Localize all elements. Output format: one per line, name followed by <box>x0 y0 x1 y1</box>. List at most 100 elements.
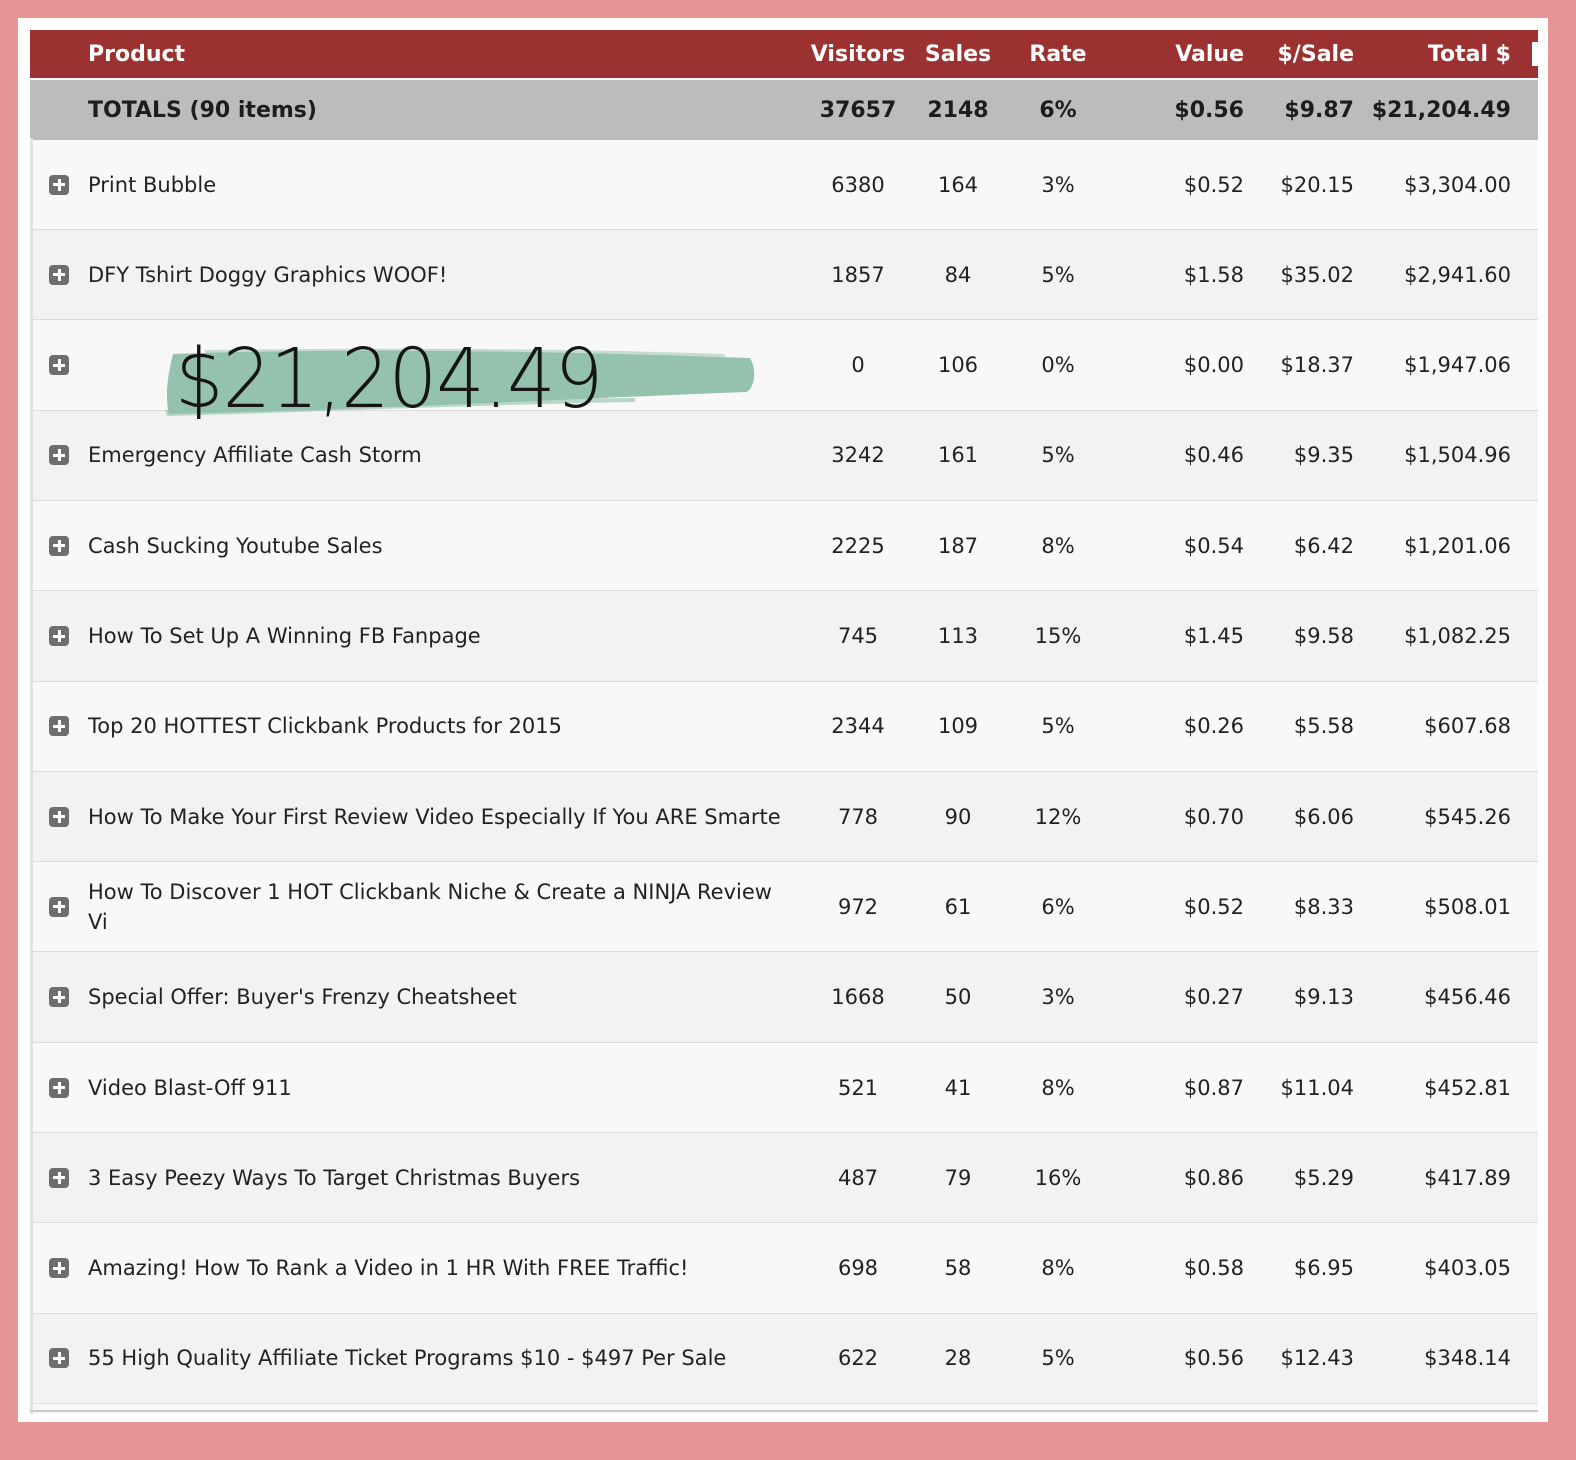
table-row: 3 Easy Peezy Ways To Target Christmas Bu… <box>30 1133 1538 1224</box>
totals-total: $21,204.49 <box>1371 97 1511 123</box>
totals-sales: 2148 <box>927 97 989 123</box>
row-total: $403.05 <box>1424 1256 1511 1281</box>
row-rate: 5% <box>1041 443 1075 468</box>
totals-label: TOTALS (90 items) <box>88 97 317 123</box>
row-sales: 61 <box>944 894 972 919</box>
row-sales: 106 <box>937 353 979 378</box>
table-row: 55 High Quality Affiliate Ticket Program… <box>30 1313 1538 1404</box>
row-product-name: Special Offer: Buyer's Frenzy Cheatsheet <box>88 985 517 1010</box>
row-dollar-per-sale: $9.35 <box>1293 443 1354 468</box>
row-dollar-per-sale: $18.37 <box>1280 353 1354 378</box>
expand-row-plus-icon[interactable] <box>49 174 69 195</box>
row-total: $452.81 <box>1424 1075 1511 1100</box>
row-value: $0.52 <box>1183 172 1244 197</box>
header-value[interactable]: Value <box>1120 30 1244 78</box>
row-value: $1.58 <box>1183 262 1244 287</box>
table-bottom-border <box>30 1410 1538 1412</box>
row-total: $456.46 <box>1424 985 1511 1010</box>
row-product-name: How To Set Up A Winning FB Fanpage <box>88 624 481 648</box>
expand-row-plus-icon[interactable] <box>49 626 69 646</box>
expand-row-plus-icon[interactable] <box>49 716 69 737</box>
row-value: $0.26 <box>1183 714 1244 739</box>
row-rate: 5% <box>1041 262 1075 287</box>
header-overflow-edge <box>1532 42 1538 66</box>
left-edge-shade <box>30 138 33 1414</box>
row-rate: 5% <box>1041 714 1075 739</box>
header-visitors[interactable]: Visitors <box>808 30 908 78</box>
row-product-name: DFY Tshirt Doggy Graphics WOOF! <box>88 262 448 287</box>
row-value: $0.58 <box>1183 1256 1244 1281</box>
expand-row-plus-icon[interactable] <box>49 264 69 285</box>
expand-row-plus-icon[interactable] <box>49 987 69 1008</box>
row-dollar-per-sale: $5.58 <box>1293 714 1354 739</box>
expand-row-plus-icon[interactable] <box>49 1077 69 1098</box>
row-total: $2,941.60 <box>1404 262 1511 287</box>
row-total: $508.01 <box>1424 894 1511 919</box>
row-visitors: 2225 <box>831 533 885 558</box>
expand-row-plus-icon[interactable] <box>49 1348 69 1369</box>
row-product-name: 55 High Quality Affiliate Ticket Program… <box>88 1346 727 1371</box>
row-total: $1,082.25 <box>1404 624 1511 648</box>
row-dollar-per-sale: $6.95 <box>1293 1256 1354 1281</box>
row-sales: 28 <box>944 1346 972 1371</box>
row-rate: 8% <box>1041 1075 1075 1100</box>
row-total: $607.68 <box>1424 714 1511 739</box>
product-stats-table: Product Visitors Sales Rate Value $/Sale… <box>30 30 1538 1414</box>
totals-visitors: 37657 <box>819 97 897 123</box>
row-rate: 12% <box>1034 804 1082 829</box>
expand-row-plus-icon[interactable] <box>49 806 69 827</box>
expand-row-plus-icon[interactable] <box>49 355 69 376</box>
row-dollar-per-sale: $12.43 <box>1280 1346 1354 1371</box>
table-row: Top 20 HOTTEST Clickbank Products for 20… <box>30 681 1538 772</box>
row-dollar-per-sale: $20.15 <box>1280 172 1354 197</box>
table-row: Print Bubble 6380 164 3% $0.52 $20.15 $3,304.0… <box>30 140 1538 230</box>
header-product[interactable]: Product <box>88 30 808 78</box>
row-product-name: How To Discover 1 HOT Clickbank Niche & … <box>88 879 772 934</box>
expand-row-plus-icon[interactable] <box>49 1167 69 1188</box>
row-product-name: Top 20 HOTTEST Clickbank Products for 20… <box>88 714 562 739</box>
row-dollar-per-sale: $35.02 <box>1280 262 1354 287</box>
row-value: $1.45 <box>1183 624 1244 648</box>
row-value: $0.56 <box>1183 1346 1244 1371</box>
header-total[interactable]: Total $ <box>1354 30 1511 78</box>
row-value: $0.00 <box>1183 353 1244 378</box>
header-rate[interactable]: Rate <box>1008 30 1108 78</box>
row-visitors: 0 <box>851 353 865 378</box>
total-amount-overlay: $21,204.49 <box>165 332 755 427</box>
expand-row-plus-icon[interactable] <box>49 1258 69 1279</box>
row-visitors: 778 <box>837 804 879 829</box>
row-visitors: 521 <box>837 1075 879 1100</box>
row-sales: 161 <box>937 443 979 468</box>
row-dollar-per-sale: $9.58 <box>1293 624 1354 648</box>
totals-value: $0.56 <box>1174 97 1244 123</box>
row-value: $0.70 <box>1183 804 1244 829</box>
table-row: DFY Tshirt Doggy Graphics WOOF! 1857 84 5% $… <box>30 230 1538 321</box>
expand-row-plus-icon[interactable] <box>49 896 69 917</box>
row-value: $0.52 <box>1183 894 1244 919</box>
header-dollar-per-sale[interactable]: $/Sale <box>1244 30 1355 78</box>
table-row: Video Blast-Off 911 521 41 8% $0.87 $11.04 $45… <box>30 1043 1538 1133</box>
row-value: $0.86 <box>1183 1165 1244 1190</box>
row-visitors: 6380 <box>831 172 885 197</box>
table-row: How To Make Your First Review Video Espe… <box>30 772 1538 863</box>
row-dollar-per-sale: $6.42 <box>1293 533 1354 558</box>
row-dollar-per-sale: $6.06 <box>1293 804 1354 829</box>
row-product-name: Cash Sucking Youtube Sales <box>88 533 383 558</box>
row-dollar-per-sale: $5.29 <box>1293 1165 1354 1190</box>
row-sales: 187 <box>937 533 979 558</box>
row-total: $348.14 <box>1424 1346 1511 1371</box>
overlay-amount: $21,204.49 <box>175 332 603 427</box>
expand-row-plus-icon[interactable] <box>49 445 69 466</box>
row-rate: 3% <box>1041 172 1075 197</box>
header-sales[interactable]: Sales <box>908 30 1008 78</box>
expand-row-plus-icon[interactable] <box>49 535 69 556</box>
row-dollar-per-sale: $9.13 <box>1293 985 1354 1010</box>
table-row: How To Set Up A Winning FB Fanpage 745 113… <box>30 591 1538 682</box>
row-product-name: Amazing! How To Rank a Video in 1 HR Wit… <box>88 1256 689 1281</box>
row-sales: 84 <box>944 262 972 287</box>
table-header-row: Product Visitors Sales Rate Value $/Sale… <box>30 30 1538 78</box>
row-rate: 16% <box>1034 1165 1082 1190</box>
totals-rate: 6% <box>1039 97 1077 123</box>
table-row: Cash Sucking Youtube Sales 2225 187 8% $0.54… <box>30 501 1538 592</box>
row-visitors: 972 <box>837 894 879 919</box>
